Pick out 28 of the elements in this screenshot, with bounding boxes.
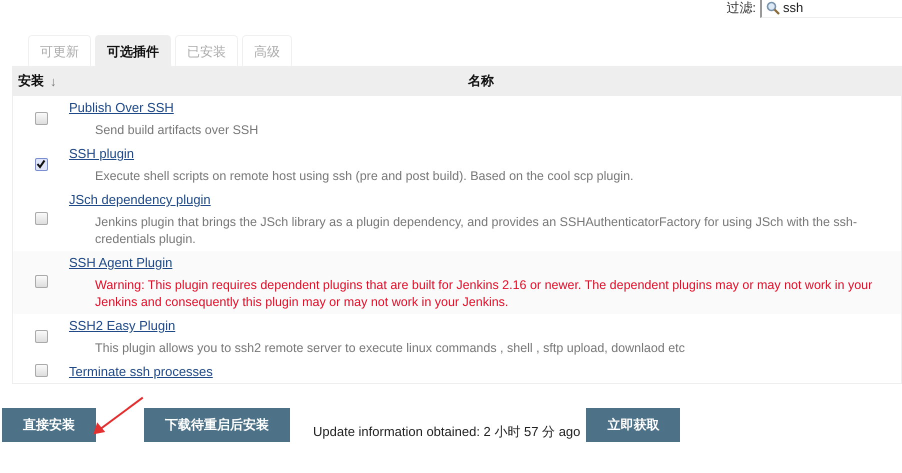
column-header[interactable]: 安装: [18, 72, 44, 90]
checkbox[interactable]: [34, 112, 48, 124]
plugin-description: Send build artifacts over SSH: [95, 122, 260, 139]
checkbox[interactable]: [34, 158, 48, 170]
plugin-link[interactable]: JSch dependency plugin: [69, 192, 211, 208]
warning-text: Warning: This plugin requires dependent plugins that are built for Jenkins 2.16 or newer. The dependent plugins may or may not work in your Jenkins and consequently this plugin may or may not work in your Jenkins.: [95, 277, 874, 311]
plugin-description: Jenkins plugin that brings the JSch library as a plugin dependency, and provides an SSHAuthenticatorFactory for using JSch with the ssh- credentials plugin.: [95, 214, 858, 248]
download-button[interactable]: 下载待重启后安装: [144, 408, 290, 442]
search-field[interactable]: ssh: [780, 0, 890, 15]
checkbox[interactable]: [34, 212, 48, 225]
checkbox[interactable]: [34, 330, 48, 342]
plugin-link[interactable]: SSH2 Easy Plugin: [69, 318, 176, 334]
plugin-description: This plugin allows you to ssh2 remote server to execute linux commands , shell , sftp upload, downlaod etc: [95, 340, 686, 357]
column-header: 名称: [468, 73, 494, 88]
refresh-button[interactable]: 立即获取: [586, 408, 680, 442]
plugin-link[interactable]: Terminate ssh processes: [69, 364, 213, 380]
checkbox[interactable]: [34, 275, 48, 288]
update-info: Update information obtained: 2 小时 57 分 ago: [313, 423, 580, 441]
plugin-description: Execute shell scripts on remote host using ssh (pre and post build). Based on the cool scp plugin.: [95, 168, 634, 185]
filter-label: 过滤:: [726, 0, 756, 17]
plugin-link[interactable]: Publish Over SSH: [69, 100, 174, 116]
sort-arrow[interactable]: ↓: [50, 74, 56, 88]
plugin-link[interactable]: SSH Agent Plugin: [69, 255, 172, 271]
plugin-link[interactable]: SSH plugin: [69, 146, 134, 162]
search-icon: [766, 0, 780, 14]
tab[interactable]: 可选插件: [95, 35, 171, 66]
checkbox[interactable]: [34, 364, 48, 377]
install-button[interactable]: 直接安装: [2, 408, 96, 442]
